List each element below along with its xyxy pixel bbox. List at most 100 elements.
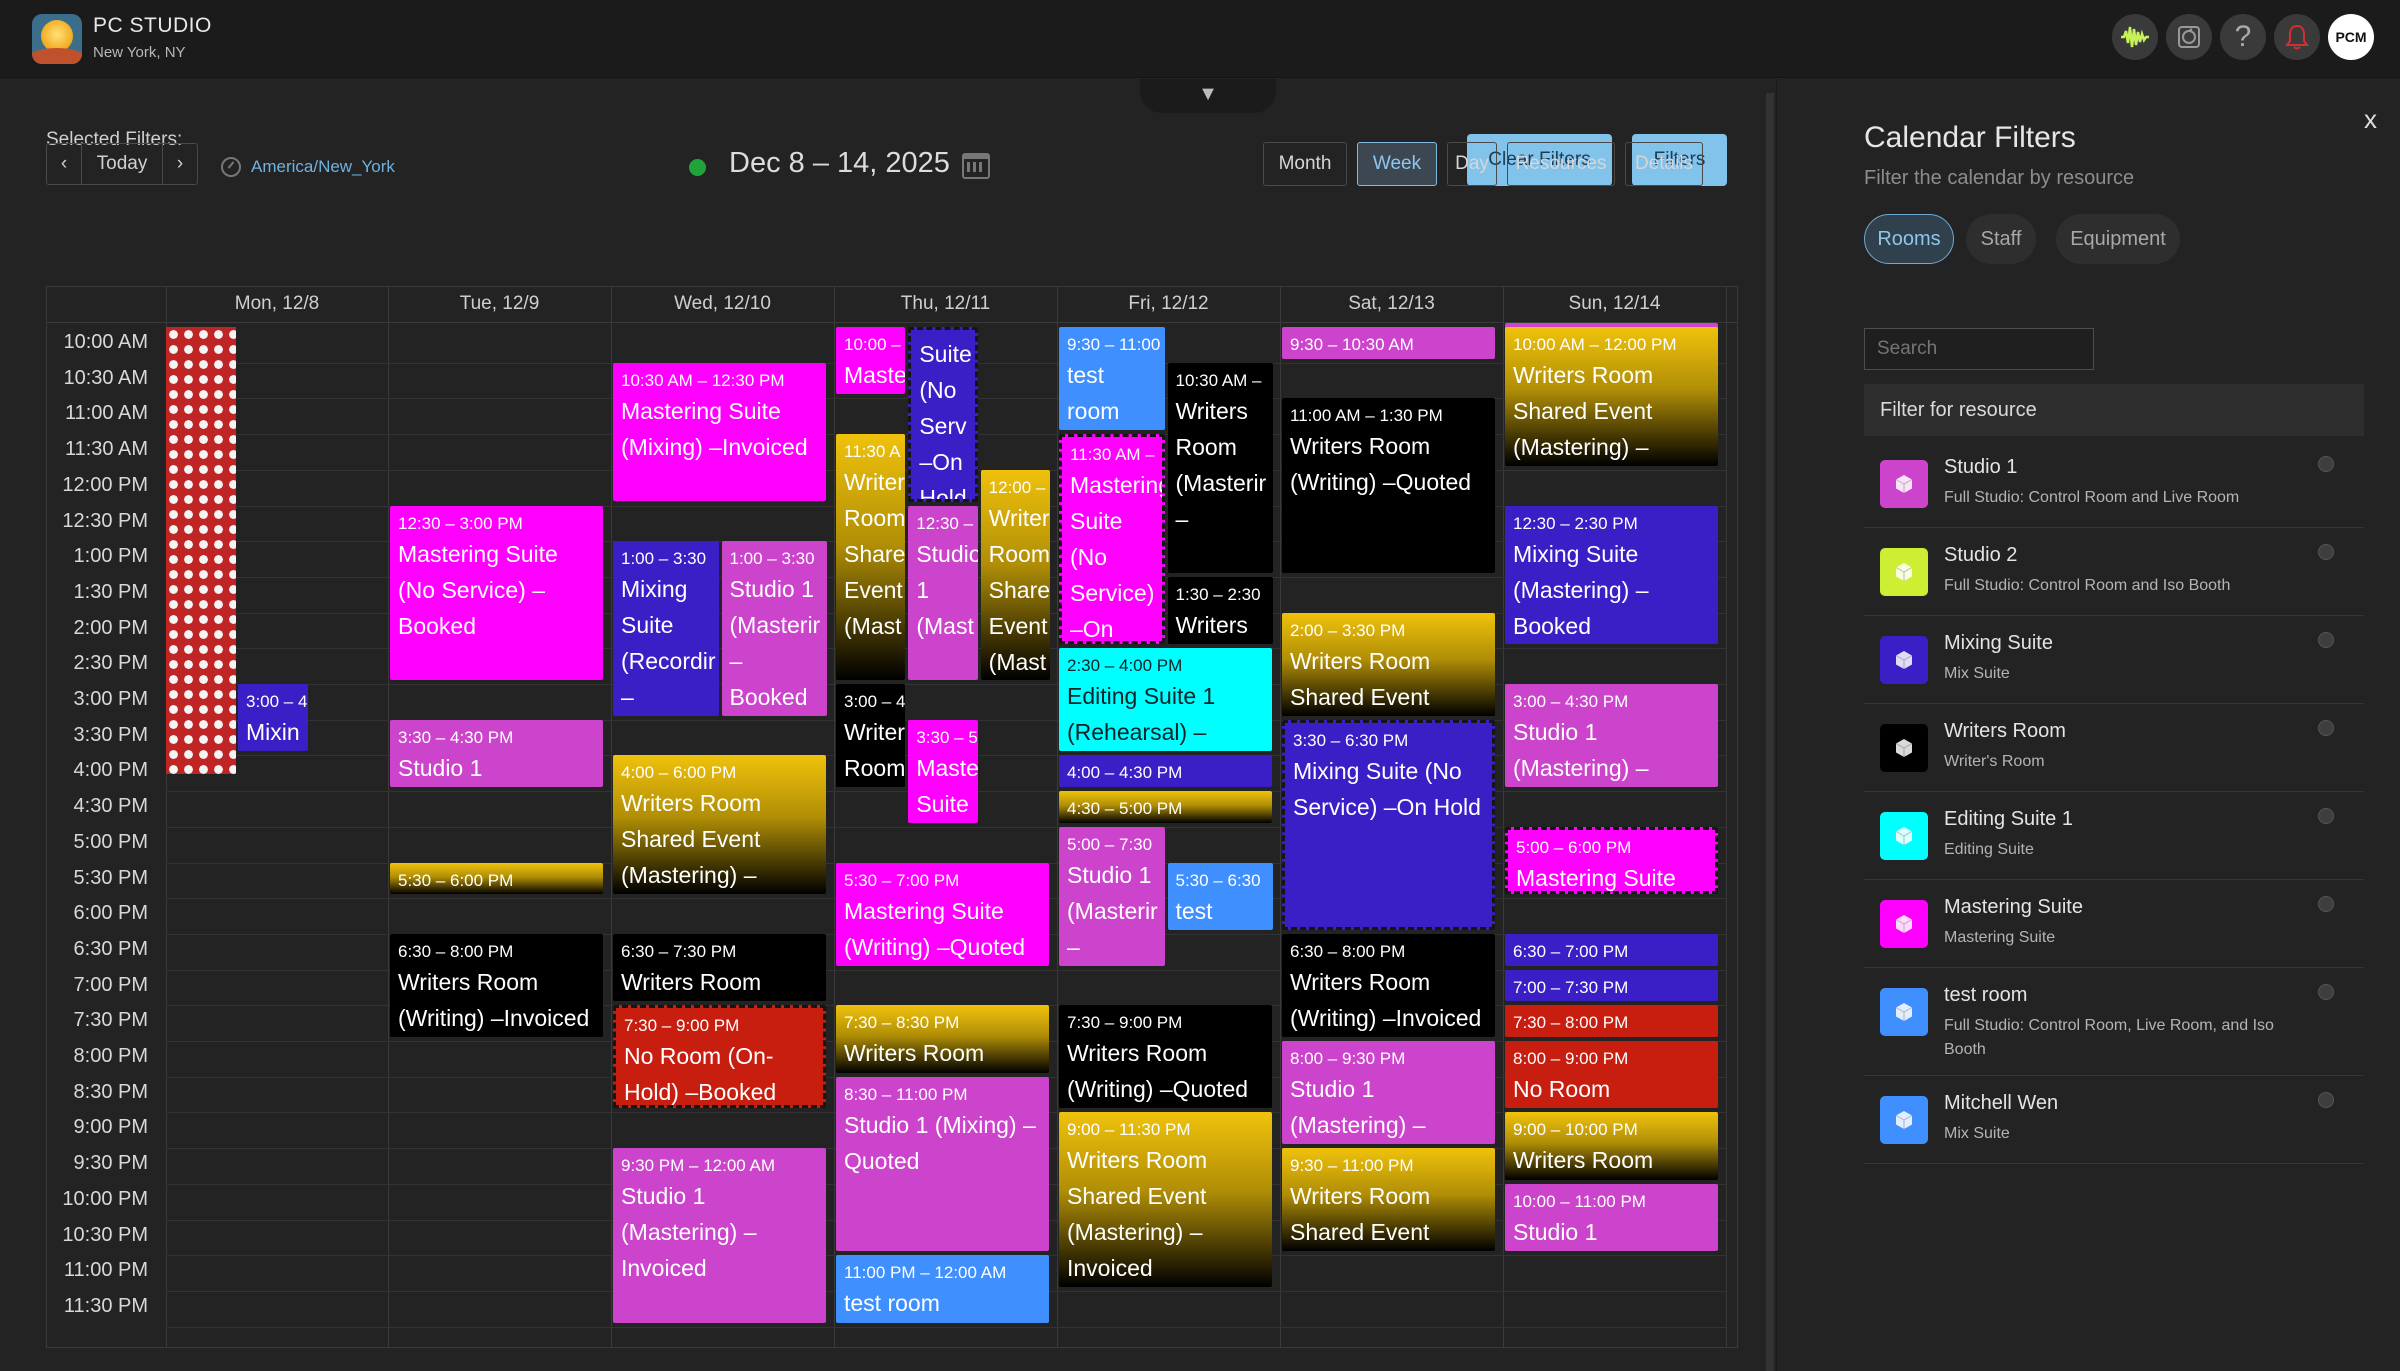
calendar-event[interactable]: 7:30 – 9:00 PM Writers Room (Writing) –Qu… xyxy=(1059,1005,1272,1109)
calendar-event[interactable]: 12:30 – 2:30 PM Mixing Suite (Mastering) … xyxy=(1505,505,1718,645)
calendar-event[interactable]: 10:00 – Maste xyxy=(836,327,906,395)
resource-description: Editing Suite xyxy=(1944,841,2034,858)
resource-item[interactable]: Mixing Suite Mix Suite xyxy=(1864,616,2364,704)
calendar-event[interactable]: 7:30 – 8:30 PM Writers Room xyxy=(836,1005,1049,1073)
calendar-event[interactable]: 7:30 – 8:00 PM xyxy=(1505,1005,1718,1037)
calendar-event[interactable]: 10:00 – 11:00 PM Studio 1 xyxy=(1505,1183,1718,1252)
resource-item[interactable]: Mitchell Wen Mix Suite xyxy=(1864,1076,2364,1164)
resource-item[interactable]: Studio 1 Full Studio: Control Room and Li… xyxy=(1864,440,2364,528)
event-title: Writers Room Shared Event (Mastering) – … xyxy=(1067,1147,1208,1282)
calendar-event[interactable]: 3:30 – 4:30 PM Studio 1 xyxy=(390,719,603,788)
calendar-event[interactable]: 9:30 – 11:00 PM Writers Room Shared Event xyxy=(1282,1148,1495,1252)
calendar-event[interactable]: 10:30 AM – Writers Room (Masterir – xyxy=(1167,362,1273,573)
calendar-event[interactable]: 4:00 – 6:00 PM Writers Room Shared Event … xyxy=(613,755,826,895)
calendar-event[interactable]: 10:30 AM – 12:30 PM Mastering Suite (Mixi… xyxy=(613,362,826,502)
event-title: Studio 1 (Mast xyxy=(916,540,978,639)
calendar-event[interactable]: 4:00 – 4:30 PM xyxy=(1059,755,1272,788)
resource-item[interactable]: Studio 2 Full Studio: Control Room and Is… xyxy=(1864,528,2364,616)
calendar-event[interactable]: 5:00 – 6:00 PM Mastering Suite xyxy=(1505,826,1718,895)
calendar-grid-content: Mon, 12/8 Tue, 12/9 Wed, 12/10 Thu, 12/11 Fr… xyxy=(0,0,1738,1348)
calendar-event[interactable]: 11:00 AM – 1:30 PM Writers Room (Writing)… xyxy=(1282,398,1495,573)
sync-icon[interactable] xyxy=(2166,14,2212,60)
event-title: Writers Room Shared Event xyxy=(1290,1183,1431,1246)
calendar-event[interactable]: 11:30 AM – Mastering Suite (No Service) –… xyxy=(1059,434,1165,645)
tab-equipment[interactable]: Equipment xyxy=(2056,214,2180,264)
close-panel-button[interactable]: x xyxy=(2364,104,2377,135)
calendar-event[interactable]: 6:30 – 8:00 PM Writers Room (Writing) –In… xyxy=(1282,933,1495,1037)
calendar-event[interactable]: 7:30 – 9:00 PM No Room (On-Hold) –Booked xyxy=(613,1005,826,1109)
calendar-event[interactable]: 9:00 – 11:30 PM Writers Room Shared Event… xyxy=(1059,1112,1272,1287)
calendar-event[interactable]: 6:30 – 7:30 PM Writers Room xyxy=(613,933,826,1002)
calendar-event[interactable]: 7:00 – 7:30 PM xyxy=(1505,969,1718,1002)
event-time: 2:00 – 3:30 PM xyxy=(1290,620,1406,640)
event-title: Mixing Suite (Recordir – xyxy=(621,576,716,711)
calendar-event[interactable]: Suite (No Serv –On Hold xyxy=(908,327,978,502)
calendar-event[interactable]: 11:00 PM – 12:00 AM test room xyxy=(836,1255,1049,1323)
calendar-event[interactable]: 6:30 – 7:00 PM xyxy=(1505,933,1718,966)
calendar-event[interactable]: 5:00 – 7:30 Studio 1 (Masterir – Invoiced xyxy=(1059,826,1165,966)
calendar-event[interactable]: 8:30 – 11:00 PM Studio 1 (Mixing) – Quote… xyxy=(836,1076,1049,1252)
tab-rooms[interactable]: Rooms xyxy=(1864,214,1954,264)
calendar-event[interactable]: 3:30 – 6:30 PM Mixing Suite (No Service) … xyxy=(1282,719,1495,930)
vertical-scrollbar[interactable] xyxy=(1766,93,1774,1371)
resource-search-input[interactable] xyxy=(1864,328,2094,370)
help-icon[interactable]: ? xyxy=(2220,14,2266,60)
event-title: Maste xyxy=(844,362,906,388)
event-time: 12:30 – xyxy=(916,513,974,533)
calendar-event[interactable]: 8:00 – 9:00 PM No Room xyxy=(1505,1041,1718,1109)
calendar-event[interactable]: 1:00 – 3:30 Mixing Suite (Recordir – xyxy=(613,541,719,716)
resource-item[interactable]: Writers Room Writer's Room xyxy=(1864,704,2364,792)
calendar-event[interactable]: 3:00 – 4 Mixin Suite xyxy=(238,684,308,752)
time-label: 10:30 AM xyxy=(63,366,148,389)
resource-select-radio[interactable] xyxy=(2318,808,2334,824)
time-label: 2:30 PM xyxy=(73,652,148,675)
calendar-event[interactable]: 2:30 – 4:00 PM Editing Suite 1 (Rehearsal… xyxy=(1059,648,1272,752)
calendar-event[interactable]: 9:00 – 10:00 PM Writers Room xyxy=(1505,1112,1718,1180)
resource-select-radio[interactable] xyxy=(2318,896,2334,912)
tab-staff[interactable]: Staff xyxy=(1966,214,2036,264)
calendar-event[interactable]: 4:30 – 5:00 PM xyxy=(1059,791,1272,823)
resource-select-radio[interactable] xyxy=(2318,544,2334,560)
event-title: test xyxy=(1175,897,1213,924)
blocked-time-block[interactable] xyxy=(166,327,236,774)
time-label: 7:30 PM xyxy=(73,1009,148,1032)
calendar-event[interactable]: 9:30 – 11:00 test room xyxy=(1059,327,1165,431)
calendar-event[interactable]: 6:30 – 8:00 PM Writers Room (Writing) –In… xyxy=(390,933,603,1037)
resource-item[interactable]: Editing Suite 1 Editing Suite xyxy=(1864,792,2364,880)
event-title: Mastering Suite (Writing) –Quoted xyxy=(844,897,1026,960)
calendar-event[interactable]: 3:30 – 5:00 Masterin Suite xyxy=(908,719,978,823)
time-label: 8:00 PM xyxy=(73,1045,148,1067)
calendar-event[interactable]: 3:00 – 4:30 PM Studio 1 (Mastering) – xyxy=(1505,684,1718,788)
resource-item[interactable]: test room Full Studio: Control Room, Live… xyxy=(1864,968,2364,1076)
calendar-event[interactable]: 9:30 – 10:30 AM Studio 1 xyxy=(1282,327,1495,359)
cube-icon xyxy=(1880,724,1928,772)
resource-select-radio[interactable] xyxy=(2318,632,2334,648)
resource-item[interactable]: Mastering Suite Mastering Suite xyxy=(1864,880,2364,968)
resource-select-radio[interactable] xyxy=(2318,720,2334,736)
resource-select-radio[interactable] xyxy=(2318,1092,2334,1108)
calendar-event[interactable]: 1:00 – 3:30 Studio 1 (Masterir –Booked xyxy=(721,541,827,716)
calendar-event[interactable]: 10:00 AM – 12:00 PM Writers Room Shared E… xyxy=(1505,327,1718,466)
calendar-event[interactable]: 1:30 – 2:30 Writers xyxy=(1167,576,1273,645)
calendar-event[interactable]: 12:30 – Studio 1 (Mast xyxy=(908,505,978,680)
resource-select-radio[interactable] xyxy=(2318,984,2334,1000)
calendar-event[interactable]: 8:00 – 9:30 PM Studio 1 (Mastering) – xyxy=(1282,1041,1495,1145)
event-time: 9:30 – 10:30 AM xyxy=(1290,335,1414,354)
calendar-event[interactable]: 5:30 – 7:00 PM Mastering Suite (Writing) … xyxy=(836,862,1049,966)
calendar-event[interactable]: 5:30 – 6:00 PM xyxy=(390,862,603,895)
resource-select-radio[interactable] xyxy=(2318,456,2334,472)
avatar[interactable]: PCM xyxy=(2328,14,2374,60)
calendar-event[interactable]: 12:00 – Writers Room Shared Event (Mast xyxy=(980,469,1050,680)
calendar-event[interactable]: 5:30 – 6:30 test xyxy=(1167,862,1273,930)
calendar-event[interactable]: 9:30 PM – 12:00 AM Studio 1 (Mastering) –… xyxy=(613,1148,826,1323)
bell-icon[interactable] xyxy=(2274,14,2320,60)
cube-icon xyxy=(1880,900,1928,948)
calendar-event[interactable]: 3:00 – 4:30 Writers Room xyxy=(836,684,906,788)
calendar-event[interactable]: 12:30 – 3:00 PM Mastering Suite (No Servi… xyxy=(390,505,603,680)
event-title: Writers Room (Writing) –Invoiced xyxy=(398,968,590,1031)
time-label: 11:00 PM xyxy=(63,1259,148,1282)
waveform-icon[interactable] xyxy=(2112,14,2158,60)
event-time: 9:00 – 11:30 PM xyxy=(1067,1120,1191,1140)
calendar-event[interactable]: 11:30 A Writers Room Shared Event (Mast xyxy=(836,434,906,680)
calendar-event[interactable]: 2:00 – 3:30 PM Writers Room Shared Event xyxy=(1282,612,1495,716)
